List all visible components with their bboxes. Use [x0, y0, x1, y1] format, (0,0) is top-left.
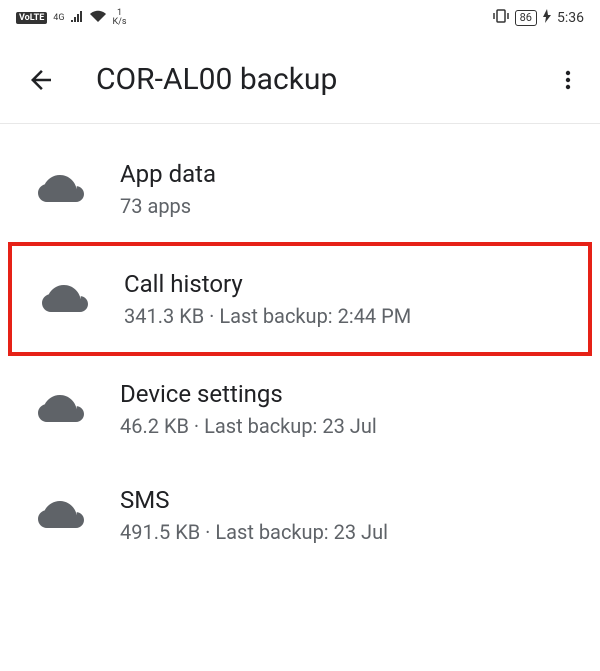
arrow-back-icon: [26, 65, 56, 95]
page-title: COR-AL00 backup: [96, 62, 556, 97]
charging-icon: [543, 9, 551, 27]
list-item[interactable]: App data 73 apps: [0, 136, 600, 242]
wifi-icon: [90, 10, 106, 26]
clock: 5:36: [557, 10, 584, 26]
status-bar: VoLTE 4G 1 K/s 86 5:36: [0, 0, 600, 36]
item-text: App data 73 apps: [120, 160, 216, 218]
cloud-icon: [38, 172, 86, 206]
list-item[interactable]: Device settings 46.2 KB · Last backup: 23…: [0, 356, 600, 462]
signal-icon: [70, 10, 84, 26]
item-text: Call history 341.3 KB · Last backup: 2:44…: [124, 270, 411, 328]
app-bar: COR-AL00 backup: [0, 36, 600, 124]
item-title: Call history: [124, 270, 411, 298]
item-text: Device settings 46.2 KB · Last backup: 23…: [120, 380, 377, 438]
cloud-icon: [42, 282, 90, 316]
item-subtitle: 73 apps: [120, 194, 216, 218]
volte-badge: VoLTE: [16, 12, 47, 24]
speed-unit: K/s: [112, 18, 126, 27]
status-left: VoLTE 4G 1 K/s: [16, 9, 127, 27]
cloud-icon: [38, 392, 86, 426]
item-title: App data: [120, 160, 216, 188]
vibrate-icon: [493, 9, 509, 27]
speed-indicator: 1 K/s: [112, 9, 126, 27]
item-title: SMS: [120, 486, 388, 514]
network-label: 4G: [53, 14, 64, 23]
more-button[interactable]: [556, 68, 580, 92]
more-vert-icon: [556, 68, 580, 92]
item-title: Device settings: [120, 380, 377, 408]
item-text: SMS 491.5 KB · Last backup: 23 Jul: [120, 486, 388, 544]
backup-list: App data 73 apps Call history 341.3 KB · La…: [0, 124, 600, 568]
list-item[interactable]: SMS 491.5 KB · Last backup: 23 Jul: [0, 462, 600, 568]
back-button[interactable]: [26, 65, 56, 95]
list-item[interactable]: Call history 341.3 KB · Last backup: 2:44…: [8, 242, 592, 356]
cloud-icon: [38, 498, 86, 532]
status-right: 86 5:36: [493, 9, 584, 27]
battery-level: 86: [515, 10, 537, 26]
item-subtitle: 491.5 KB · Last backup: 23 Jul: [120, 520, 388, 544]
item-subtitle: 46.2 KB · Last backup: 23 Jul: [120, 414, 377, 438]
item-subtitle: 341.3 KB · Last backup: 2:44 PM: [124, 304, 411, 328]
